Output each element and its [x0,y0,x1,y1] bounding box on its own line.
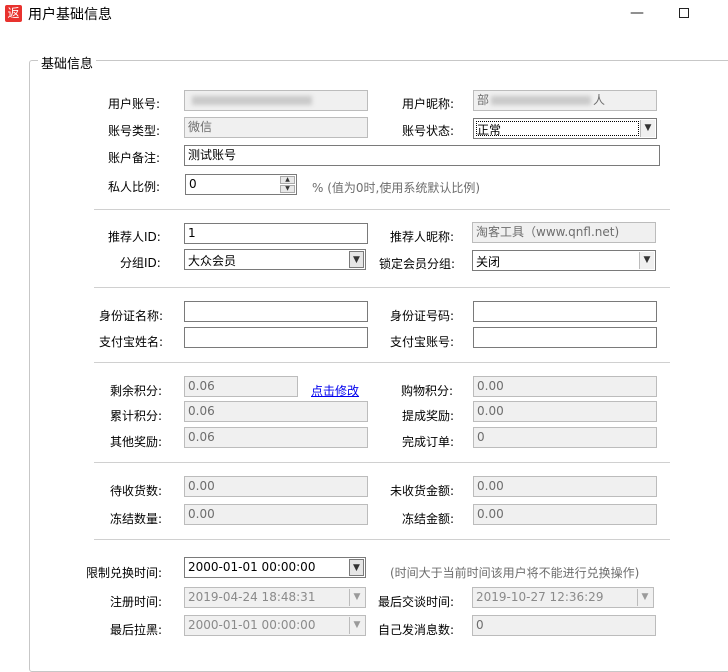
referrer-id-input[interactable]: 1 [184,223,368,244]
spin-down-icon[interactable]: ▼ [280,185,295,193]
chevron-down-icon[interactable]: ▼ [639,252,654,269]
chevron-down-icon: ▼ [637,589,652,606]
alipay-account-input[interactable] [473,327,657,348]
group-legend: 基础信息 [38,53,97,72]
register-time-picker: 2019-04-24 18:48:31 ▼ [184,587,366,608]
commission-field: 0.00 [473,401,657,422]
register-time-value: 2019-04-24 18:48:31 [188,590,316,604]
minimize-button[interactable]: — [625,4,649,24]
edit-points-link[interactable]: 点击修改 [311,382,359,399]
blacklist-label: 最后拉黑: [110,623,163,637]
lock-group-label: 锁定会员分组: [379,257,456,271]
chevron-down-icon: ▼ [349,617,364,634]
other-reward-field: 0.06 [184,427,368,448]
window-title: 用户基础信息 [28,7,112,23]
account-type-label: 账号类型: [108,124,161,138]
nickname-redacted [491,96,592,105]
maximize-icon [679,8,689,18]
blacklist-value: 2000-01-01 00:00:00 [188,618,316,632]
account-status-value: 正常 [477,123,502,137]
account-field [184,90,368,111]
ratio-hint: % (值为0时,使用系统默认比例) [312,181,481,195]
ratio-label: 私人比例: [108,180,161,194]
blacklist-picker: 2000-01-01 00:00:00 ▼ [184,615,366,636]
commission-label: 提成奖励: [402,409,455,423]
nickname-field: 部人 [473,90,657,111]
remark-input[interactable]: 测试账号 [184,145,660,166]
referrer-nick-field: 淘客工具（www.qnfl.net) [472,222,656,243]
register-time-label: 注册时间: [110,595,163,609]
shopping-points-label: 购物积分: [401,384,454,398]
self-msg-label: 自己发消息数: [378,623,455,637]
remark-label: 账户备注: [108,151,161,165]
shopping-points-field: 0.00 [473,376,657,397]
frozen-amount-field: 0.00 [473,504,657,525]
app-icon: 返 [5,5,22,22]
alipay-name-label: 支付宝姓名: [99,335,164,349]
chevron-down-icon: ▼ [349,589,364,606]
frozen-count-field: 0.00 [184,504,368,525]
frozen-count-label: 冻结数量: [110,512,163,526]
account-redacted [192,96,312,105]
frozen-amount-label: 冻结金额: [402,512,455,526]
account-status-label: 账号状态: [402,124,455,138]
nickname-suffix: 人 [593,93,606,107]
completed-orders-field: 0 [473,427,657,448]
id-number-input[interactable] [473,301,657,322]
chevron-down-icon[interactable]: ▼ [349,251,364,268]
nickname-prefix: 部 [477,93,490,107]
account-label: 用户账号: [108,97,161,111]
cumulative-points-label: 累计积分: [110,409,163,423]
ratio-input[interactable]: 0 ▲ ▼ [185,174,297,195]
limit-time-picker[interactable]: 2000-01-01 00:00:00 ▼ [184,557,366,578]
group-id-label: 分组ID: [120,256,161,270]
limit-time-hint: (时间大于当前时间该用户将不能进行兑换操作) [390,566,640,580]
lock-group-value: 关闭 [476,255,501,269]
separator [94,462,670,463]
group-id-value: 大众会员 [188,254,237,268]
self-msg-field: 0 [472,615,656,636]
pending-count-label: 待收货数: [110,484,163,498]
id-name-input[interactable] [184,301,368,322]
limit-time-value: 2000-01-01 00:00:00 [188,560,316,574]
referrer-id-label: 推荐人ID: [108,230,161,244]
maximize-button[interactable] [672,4,696,24]
group-id-select[interactable]: 大众会员 ▼ [184,249,366,270]
alipay-name-input[interactable] [184,327,368,348]
pending-count-field: 0.00 [184,476,368,497]
last-trade-value: 2019-10-27 12:36:29 [476,590,604,604]
ratio-value: 0 [189,177,197,191]
alipay-account-label: 支付宝账号: [390,335,455,349]
limit-time-label: 限制兑换时间: [86,566,163,580]
chevron-down-icon[interactable]: ▼ [640,120,655,137]
last-trade-picker: 2019-10-27 12:36:29 ▼ [472,587,654,608]
account-type-field: 微信 [184,117,368,138]
lock-group-select[interactable]: 关闭 ▼ [472,250,656,271]
chevron-down-icon[interactable]: ▼ [349,559,364,576]
id-number-label: 身份证号码: [390,309,455,323]
account-status-select[interactable]: 正常 ▼ [473,118,657,139]
pending-amount-field: 0.00 [473,476,657,497]
remaining-points-label: 剩余积分: [110,384,163,398]
id-name-label: 身份证名称: [99,309,164,323]
completed-orders-label: 完成订单: [402,435,455,449]
spin-up-icon[interactable]: ▲ [280,176,295,184]
last-trade-label: 最后交谈时间: [378,595,455,609]
separator [94,287,670,288]
other-reward-label: 其他奖励: [110,435,163,449]
separator [94,209,670,210]
cumulative-points-field: 0.06 [184,401,368,422]
pending-amount-label: 未收货金额: [390,484,455,498]
remaining-points-field: 0.06 [184,376,298,397]
nickname-label: 用户昵称: [402,97,455,111]
title-bar: 返 用户基础信息 — [0,0,728,30]
separator [94,362,670,363]
ratio-stepper[interactable]: ▲ ▼ [280,176,295,193]
separator [94,539,670,540]
referrer-nick-label: 推荐人昵称: [390,230,455,244]
